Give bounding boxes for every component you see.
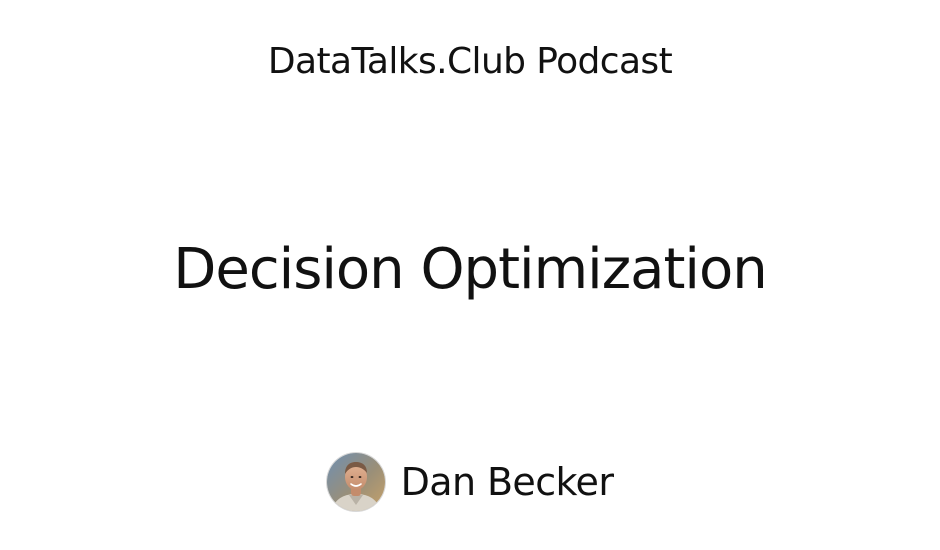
- person-photo-icon: [326, 453, 385, 511]
- episode-title: Decision Optimization: [173, 237, 767, 302]
- slide: DataTalks.Club Podcast Decision Optimiza…: [0, 0, 940, 550]
- guest-info: Dan Becker: [0, 452, 940, 512]
- guest-name: Dan Becker: [400, 460, 614, 504]
- guest-avatar: [326, 453, 385, 511]
- podcast-name: DataTalks.Club Podcast: [267, 41, 673, 82]
